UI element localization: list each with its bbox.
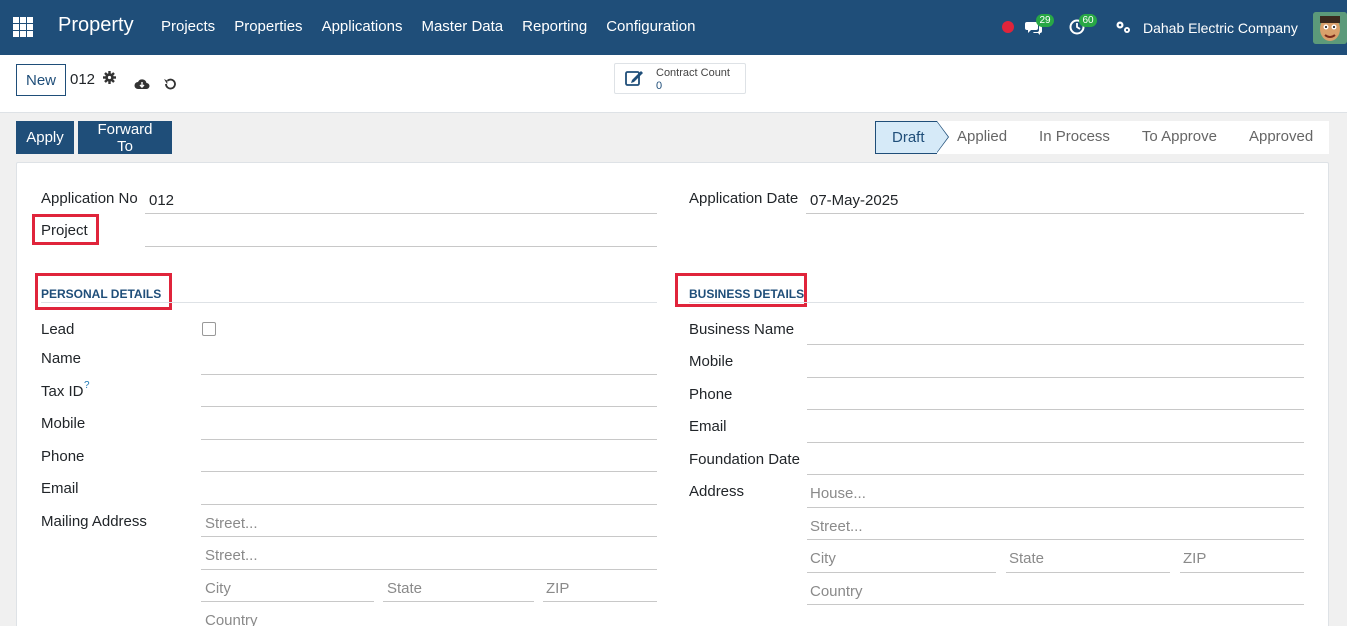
new-button[interactable]: New [16,64,66,96]
business-address-label: Address [689,483,745,500]
application-date-label: Application Date [689,190,799,207]
top-navbar: Property Projects Properties Application… [0,0,1347,55]
save-cloud-icon[interactable] [134,78,150,90]
discard-undo-icon[interactable] [163,77,177,91]
name-label: Name [41,350,82,367]
name-field[interactable] [201,374,657,375]
apply-button[interactable]: Apply [16,121,74,154]
mailing-address-label: Mailing Address [41,513,147,530]
edit-document-icon [625,71,643,86]
forward-to-button[interactable]: Forward To [78,121,172,155]
business-email-label: Email [689,418,727,435]
business-name-field[interactable] [807,344,1304,345]
control-panel: New 012 Contract Count 0 [0,55,1347,113]
chat-count-badge: 29 [1036,14,1054,27]
mailing-zip-field[interactable]: ZIP [546,580,569,597]
business-email-field[interactable] [807,442,1304,443]
menu-applications[interactable]: Applications [322,18,403,35]
tax-id-label: Tax ID [41,383,84,400]
business-mobile-label: Mobile [689,353,734,370]
app-brand[interactable]: Property [58,14,134,37]
phone-field[interactable] [201,471,657,472]
mobile-field[interactable] [201,439,657,440]
user-avatar[interactable] [1313,12,1347,44]
application-date-field[interactable]: 07-May-2025 [810,192,898,209]
company-name[interactable]: Dahab Electric Company [1143,20,1298,36]
business-house-field[interactable]: House... [810,485,866,502]
business-country-field[interactable]: Country [810,583,863,600]
menu-projects[interactable]: Projects [161,18,215,35]
business-state-field[interactable]: State [1009,550,1044,567]
lead-label: Lead [41,321,75,338]
mailing-city-field[interactable]: City [205,580,231,597]
mailing-country-field[interactable]: Country [205,612,258,626]
mailing-state-field[interactable]: State [387,580,422,597]
gear-icon[interactable] [103,71,116,84]
menu-properties[interactable]: Properties [234,18,302,35]
business-city-field[interactable]: City [810,550,836,567]
contract-count-label: Contract Count [656,67,730,79]
contract-count-smart-button[interactable]: Contract Count 0 [614,63,746,94]
stage-approved[interactable]: Approved [1233,121,1329,154]
stage-to-approve[interactable]: To Approve [1126,121,1233,154]
project-field[interactable] [145,246,657,247]
lead-checkbox[interactable] [202,322,216,336]
mailing-street2-field[interactable]: Street... [205,547,258,564]
business-street-field[interactable]: Street... [810,518,863,535]
activity-count-badge: 60 [1079,14,1097,27]
business-zip-field[interactable]: ZIP [1183,550,1206,567]
status-bar: Draft Applied In Process To Approve Appr… [875,121,1330,154]
tax-id-field[interactable] [201,406,657,407]
email-label: Email [41,480,79,497]
tax-id-help-icon[interactable]: ? [84,380,90,391]
business-phone-label: Phone [689,386,733,403]
company-switch-icon[interactable] [1115,20,1131,34]
menu-reporting[interactable]: Reporting [522,18,587,35]
business-phone-field[interactable] [807,409,1304,410]
stage-in-process[interactable]: In Process [1023,121,1126,154]
app-menu-grid-icon[interactable] [13,17,33,37]
foundation-date-field[interactable] [807,474,1304,475]
personal-details-highlight-box [35,273,172,310]
business-name-label: Business Name [689,321,795,338]
project-highlight-box [32,214,99,245]
mobile-label: Mobile [41,415,86,432]
stage-applied[interactable]: Applied [937,121,1023,154]
contract-count-value: 0 [656,80,663,92]
application-no-label: Application No [41,190,138,207]
recording-dot-icon[interactable] [1002,21,1014,33]
mailing-street-field[interactable]: Street... [205,515,258,532]
email-field[interactable] [201,504,657,505]
application-no-field[interactable]: 012 [149,192,174,209]
phone-label: Phone [41,448,85,465]
stage-draft[interactable]: Draft [875,121,949,154]
breadcrumb-record-id: 012 [70,71,96,88]
menu-configuration[interactable]: Configuration [606,18,695,35]
foundation-date-label: Foundation Date [689,451,800,468]
business-mobile-field[interactable] [807,377,1304,378]
menu-master-data[interactable]: Master Data [421,18,503,35]
main-menu: Projects Properties Applications Master … [161,18,714,35]
